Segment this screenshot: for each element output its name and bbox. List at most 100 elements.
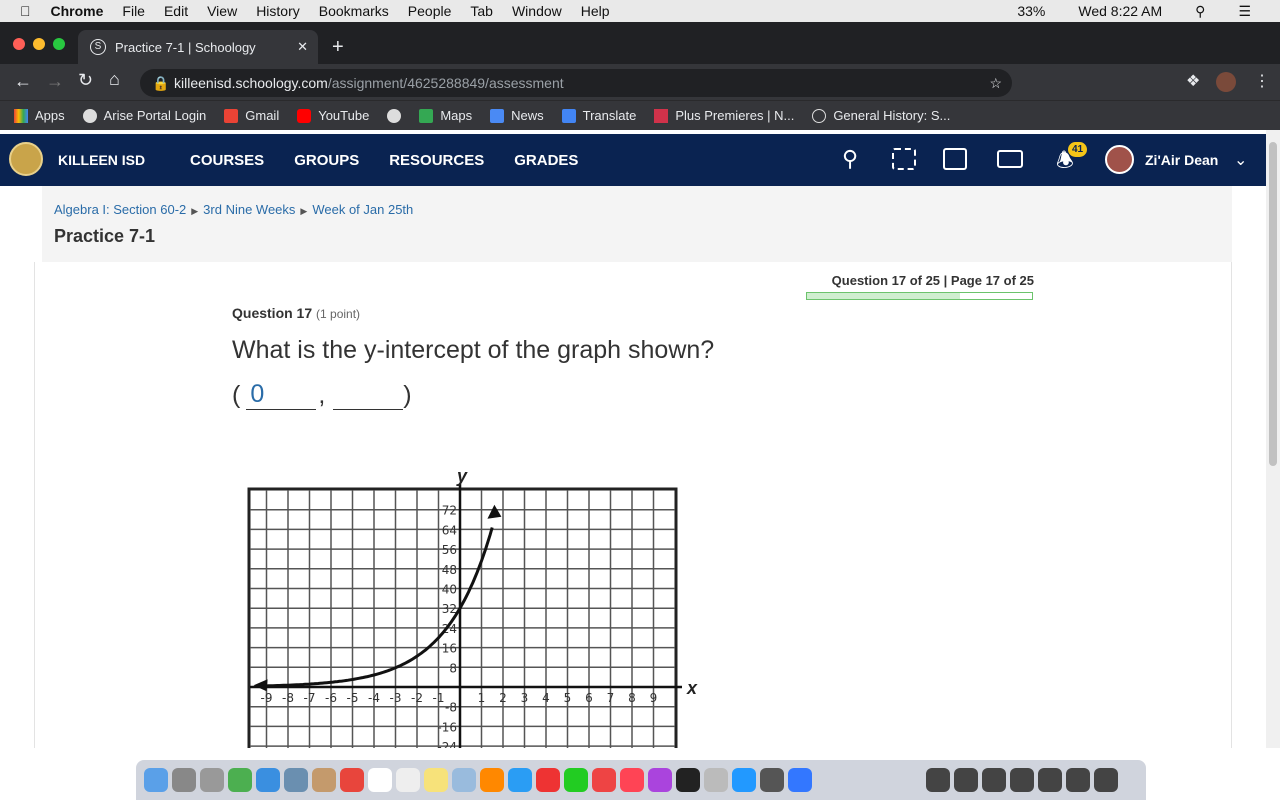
dock-app-icon[interactable] xyxy=(228,768,252,792)
close-window-button[interactable] xyxy=(13,38,25,50)
dock-app-icon[interactable] xyxy=(760,768,784,792)
org-name[interactable]: KILLEEN ISD xyxy=(58,152,145,168)
apps-grid-icon[interactable] xyxy=(892,148,916,170)
comma: , xyxy=(318,381,326,409)
menu-tab[interactable]: Tab xyxy=(470,3,493,19)
answer-y-input[interactable] xyxy=(333,380,404,410)
calendar-icon[interactable] xyxy=(943,148,967,170)
y-tick-label: -16 xyxy=(437,720,457,734)
dock-app-icon[interactable] xyxy=(648,768,672,792)
dock-app-icon[interactable] xyxy=(704,768,728,792)
home-icon[interactable]: ⌂ xyxy=(109,69,120,90)
extensions-icon[interactable]: ❖ xyxy=(1186,71,1200,91)
dock-app-icon[interactable] xyxy=(788,768,812,792)
search-icon[interactable]: ⚲ xyxy=(842,146,858,172)
address-bar[interactable]: 🔒 killeenisd.schoology.com/assignment/46… xyxy=(140,69,1012,97)
menu-bookmarks[interactable]: Bookmarks xyxy=(319,3,389,19)
dock-app-icon[interactable] xyxy=(312,768,336,792)
dock-app-icon[interactable] xyxy=(200,768,224,792)
reload-icon[interactable]: ↻ xyxy=(78,70,93,91)
menu-help[interactable]: Help xyxy=(581,3,610,19)
control-center-icon[interactable]: ☰ xyxy=(1238,3,1251,20)
bookmark-general-history[interactable]: General History: S... xyxy=(812,108,950,123)
profile-avatar[interactable] xyxy=(1216,72,1236,92)
url-path: /assignment/4625288849/assessment xyxy=(327,75,564,91)
dock-app-icon[interactable] xyxy=(172,768,196,792)
dock-app-icon[interactable] xyxy=(144,768,168,792)
dock-app-icon[interactable] xyxy=(340,768,364,792)
menu-window[interactable]: Window xyxy=(512,3,562,19)
breadcrumb-separator-icon: ▶ xyxy=(191,206,199,216)
bookmark-plus-premieres[interactable]: Plus Premieres | N... xyxy=(654,108,794,123)
menu-app[interactable]: Chrome xyxy=(51,3,104,19)
dock-app-icon[interactable] xyxy=(284,768,308,792)
scrollbar[interactable] xyxy=(1266,130,1280,748)
dock-app-icon[interactable] xyxy=(732,768,756,792)
y-tick-label: 72 xyxy=(442,504,457,518)
bookmark-gmail[interactable]: Gmail xyxy=(224,108,279,123)
dock-app-icon[interactable] xyxy=(536,768,560,792)
clock[interactable]: Wed 8:22 AM xyxy=(1078,3,1162,20)
y-axis-label: y xyxy=(456,466,468,486)
search-icon[interactable]: ⚲ xyxy=(1195,3,1205,20)
menu-people[interactable]: People xyxy=(408,3,452,19)
y-tick-label: 64 xyxy=(442,523,457,537)
scrollbar-thumb[interactable] xyxy=(1269,142,1277,466)
dock-app-icon[interactable] xyxy=(368,768,392,792)
close-tab-icon[interactable]: ✕ xyxy=(297,39,308,55)
bookmark-youtube[interactable]: YouTube xyxy=(297,108,369,123)
dock-app-icon[interactable] xyxy=(592,768,616,792)
nav-resources[interactable]: RESOURCES xyxy=(389,152,484,169)
bookmark-news[interactable]: News xyxy=(490,108,544,123)
open-paren: ( xyxy=(232,381,241,409)
dock-minimized-window-icon[interactable] xyxy=(1038,768,1062,792)
bookmark-apps[interactable]: Apps xyxy=(14,108,65,123)
tab-active[interactable]: S Practice 7-1 | Schoology ✕ xyxy=(78,30,318,64)
minimize-window-button[interactable] xyxy=(33,38,45,50)
menu-history[interactable]: History xyxy=(256,3,300,19)
menu-view[interactable]: View xyxy=(207,3,237,19)
dock-app-icon[interactable] xyxy=(676,768,700,792)
x-tick-label: 7 xyxy=(607,691,615,705)
battery-percent[interactable]: 33% xyxy=(1017,3,1045,20)
menu-file[interactable]: File xyxy=(122,3,145,19)
dock-app-icon[interactable] xyxy=(620,768,644,792)
chrome-menu-icon[interactable]: ⋮ xyxy=(1254,71,1270,91)
breadcrumb-course[interactable]: Algebra I: Section 60-2 xyxy=(54,202,186,217)
dock-minimized-window-icon[interactable] xyxy=(982,768,1006,792)
dock-minimized-window-icon[interactable] xyxy=(1010,768,1034,792)
dock-app-icon[interactable] xyxy=(424,768,448,792)
forward-icon[interactable]: → xyxy=(46,71,64,92)
breadcrumb-term[interactable]: 3rd Nine Weeks xyxy=(203,202,295,217)
menu-edit[interactable]: Edit xyxy=(164,3,188,19)
bookmark-star-icon[interactable]: ☆ xyxy=(989,75,1002,92)
user-name[interactable]: Zi'Air Dean xyxy=(1145,152,1218,168)
bookmark-globe[interactable] xyxy=(387,108,402,123)
dock-app-icon[interactable] xyxy=(256,768,280,792)
dock-minimized-window-icon[interactable] xyxy=(954,768,978,792)
back-icon[interactable]: ← xyxy=(14,71,32,92)
breadcrumb-week[interactable]: Week of Jan 25th xyxy=(312,202,413,217)
bookmark-maps[interactable]: Maps xyxy=(419,108,472,123)
dock-minimized-window-icon[interactable] xyxy=(926,768,950,792)
maximize-window-button[interactable] xyxy=(53,38,65,50)
mail-icon[interactable] xyxy=(997,150,1023,168)
user-avatar[interactable] xyxy=(1105,145,1134,174)
answer-x-input[interactable] xyxy=(246,380,317,410)
dock-minimized-window-icon[interactable] xyxy=(1094,768,1118,792)
dock-app-icon[interactable] xyxy=(564,768,588,792)
nav-groups[interactable]: GROUPS xyxy=(294,152,359,169)
dock-app-icon[interactable] xyxy=(480,768,504,792)
nav-courses[interactable]: COURSES xyxy=(190,152,264,169)
dock-app-icon[interactable] xyxy=(508,768,532,792)
dock-app-icon[interactable] xyxy=(396,768,420,792)
apple-icon[interactable]:  xyxy=(20,3,31,19)
district-logo[interactable] xyxy=(9,142,43,176)
dock-minimized-window-icon[interactable] xyxy=(1066,768,1090,792)
dock-app-icon[interactable] xyxy=(452,768,476,792)
nav-grades[interactable]: GRADES xyxy=(514,152,578,169)
new-tab-button[interactable]: + xyxy=(332,36,344,59)
bookmark-translate[interactable]: Translate xyxy=(561,108,636,123)
bookmark-arise[interactable]: Arise Portal Login xyxy=(82,108,206,123)
chevron-down-icon[interactable]: ⌄ xyxy=(1234,150,1247,170)
